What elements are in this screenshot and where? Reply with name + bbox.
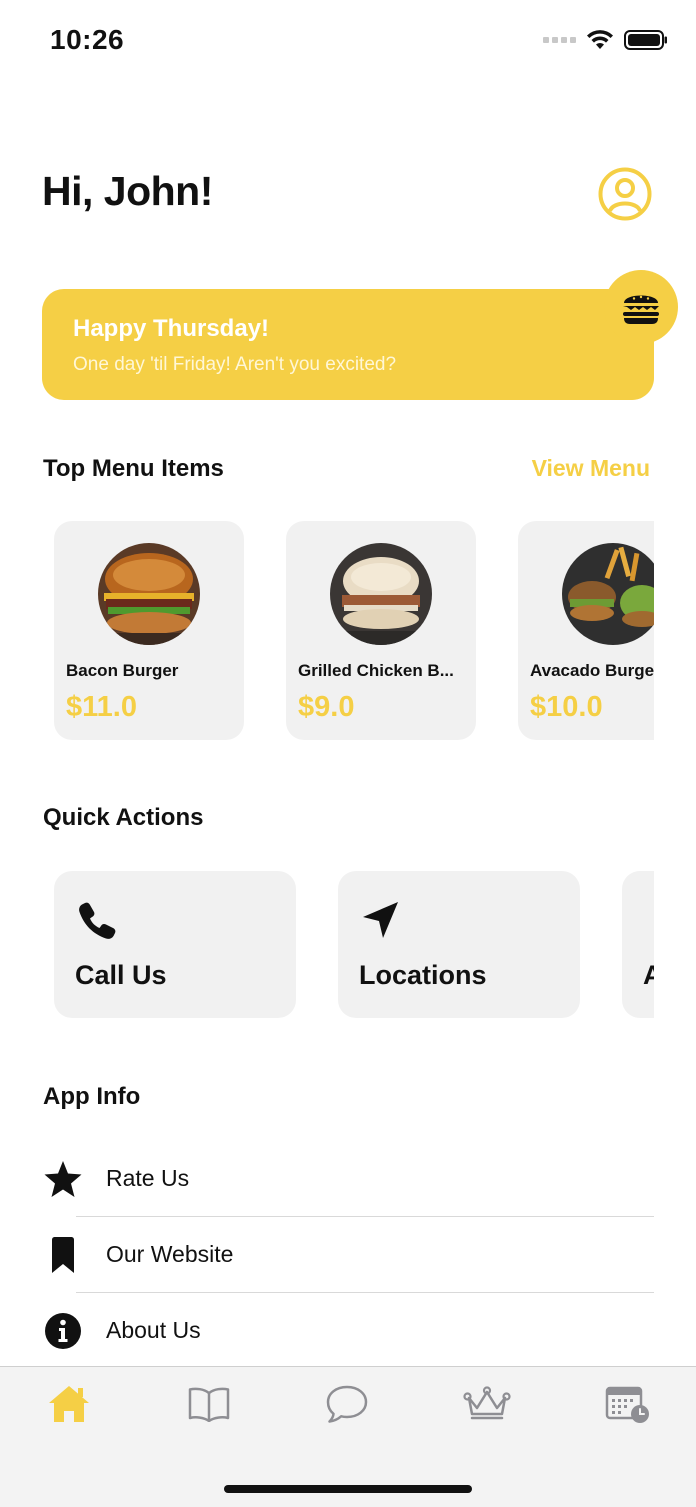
menu-card-grilled-chicken[interactable]: Grilled Chicken B... $9.0 bbox=[286, 521, 476, 740]
info-icon bbox=[42, 1310, 84, 1352]
bookmark-icon bbox=[42, 1234, 84, 1276]
bacon-burger-image bbox=[98, 543, 200, 645]
calendar-clock-icon bbox=[605, 1386, 649, 1423]
menu-item-price: $11.0 bbox=[66, 691, 137, 723]
app-info-title: App Info bbox=[43, 1083, 141, 1110]
call-us-button[interactable]: Call Us bbox=[54, 871, 296, 1018]
tab-chat[interactable] bbox=[322, 1381, 372, 1427]
phone-icon bbox=[79, 902, 116, 939]
burger-icon bbox=[623, 295, 659, 324]
quick-actions-carousel[interactable]: Call Us Locations A bbox=[42, 871, 654, 1019]
about-us-row[interactable]: About Us bbox=[42, 1293, 654, 1368]
menu-carousel[interactable]: Bacon Burger $11.0 Grilled Chicken B... … bbox=[42, 521, 654, 741]
greeting-title: Hi, John! bbox=[42, 168, 213, 214]
chat-bubble-icon bbox=[326, 1385, 368, 1423]
top-menu-title: Top Menu Items bbox=[43, 455, 224, 482]
star-icon bbox=[42, 1158, 84, 1200]
book-icon bbox=[188, 1387, 230, 1422]
home-icon bbox=[49, 1386, 89, 1422]
grilled-chicken-burger-image bbox=[330, 543, 432, 645]
crown-icon bbox=[463, 1386, 511, 1420]
menu-item-name: Grilled Chicken B... bbox=[298, 661, 454, 680]
rate-us-row[interactable]: Rate Us bbox=[42, 1141, 654, 1216]
user-circle-icon bbox=[598, 167, 652, 221]
menu-item-price: $10.0 bbox=[530, 691, 603, 723]
info-item-label: Our Website bbox=[106, 1241, 234, 1267]
menu-card-avocado-burger[interactable]: Avacado Burger $10.0 bbox=[518, 521, 654, 740]
status-time: 10:26 bbox=[50, 24, 125, 55]
cellular-signal-icon bbox=[543, 37, 576, 43]
tab-rewards[interactable] bbox=[462, 1381, 512, 1427]
profile-button[interactable] bbox=[598, 167, 652, 221]
locations-button[interactable]: Locations bbox=[338, 871, 580, 1018]
view-menu-link[interactable]: View Menu bbox=[532, 455, 650, 482]
banner-title: Happy Thursday! bbox=[73, 315, 270, 342]
menu-card-bacon-burger[interactable]: Bacon Burger $11.0 bbox=[54, 521, 244, 740]
quick-actions-title: Quick Actions bbox=[43, 804, 204, 831]
banner-badge bbox=[604, 270, 678, 344]
menu-item-name: Avacado Burger bbox=[530, 661, 654, 680]
info-item-label: About Us bbox=[106, 1317, 201, 1343]
tab-menu[interactable] bbox=[184, 1381, 234, 1427]
quick-action-label: Call Us bbox=[75, 960, 167, 990]
location-arrow-icon bbox=[363, 902, 398, 938]
menu-item-name: Bacon Burger bbox=[66, 661, 179, 680]
info-item-label: Rate Us bbox=[106, 1165, 190, 1191]
greeting-banner: Happy Thursday! One day 'til Friday! Are… bbox=[42, 289, 654, 400]
battery-icon bbox=[624, 30, 667, 50]
tab-home[interactable] bbox=[44, 1381, 94, 1427]
quick-action-label: Locations bbox=[359, 960, 487, 990]
menu-item-price: $9.0 bbox=[298, 691, 355, 723]
tab-reservations[interactable] bbox=[602, 1381, 652, 1427]
home-screen: 10:26 Hi, John! Happy Thursday! One day … bbox=[0, 0, 696, 1507]
banner-subtitle: One day 'til Friday! Aren't you excited? bbox=[73, 354, 397, 375]
quick-action-partial[interactable]: A bbox=[622, 871, 654, 1018]
avocado-burger-image bbox=[562, 543, 654, 645]
status-icons bbox=[543, 30, 668, 50]
our-website-row[interactable]: Our Website bbox=[42, 1217, 654, 1292]
home-indicator bbox=[224, 1485, 472, 1493]
quick-action-label: A bbox=[643, 960, 654, 990]
wifi-icon bbox=[587, 30, 613, 49]
